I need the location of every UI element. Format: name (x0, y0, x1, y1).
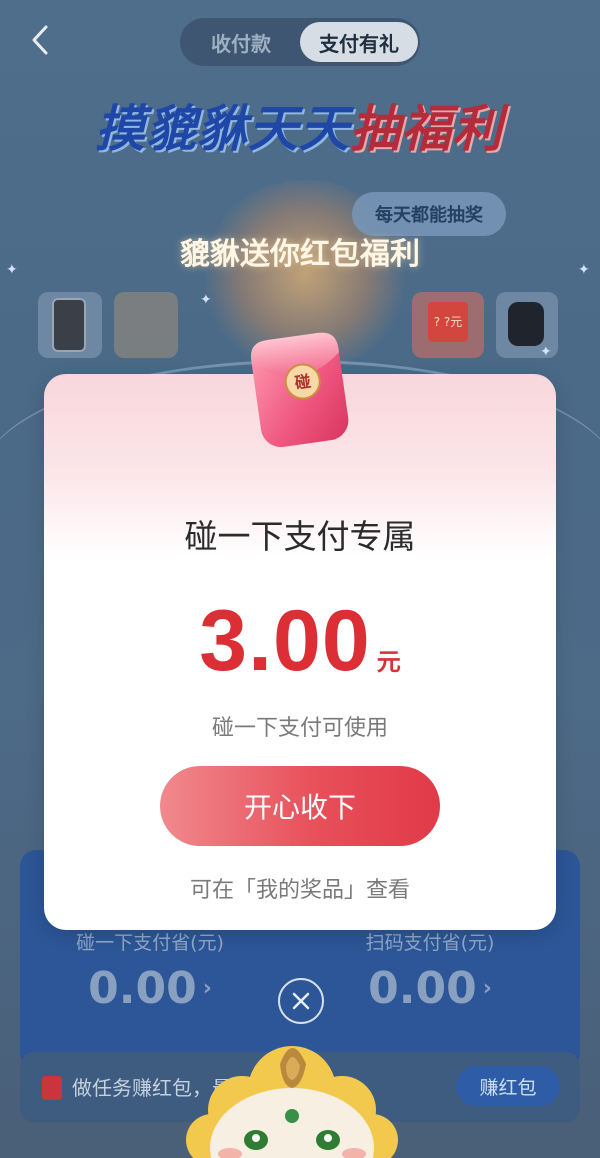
amount-unit: 元 (376, 648, 401, 676)
envelope-seal-text: 碰 (294, 372, 313, 393)
back-button[interactable] (22, 22, 58, 58)
red-envelope-icon: 碰 (250, 332, 349, 448)
tap-pay-savings-label: 碰一下支付省(元) (76, 932, 224, 954)
chevron-right-icon: › (202, 976, 212, 1001)
scan-pay-savings[interactable]: 扫码支付省(元) 0.00 › (310, 928, 550, 1014)
tab-pay-rewards[interactable]: 支付有礼 (300, 22, 418, 62)
banner-title-part1: 摸貔貅 (95, 100, 248, 158)
prize-mystery: ? ?元 (412, 292, 484, 358)
sparkle-icon: ✦ (6, 262, 18, 278)
view-prizes-note[interactable]: 可在「我的奖品」查看 (44, 872, 556, 904)
earn-red-packet-button[interactable]: 赚红包 (456, 1066, 560, 1106)
sparkle-icon: ✦ (578, 262, 590, 278)
mascot-illustration (172, 1030, 412, 1158)
tap-pay-savings[interactable]: 碰一下支付省(元) 0.00 › (30, 928, 270, 1014)
prize-phone (38, 292, 102, 358)
modal-title: 碰一下支付专属 (184, 517, 416, 556)
banner-title-part3: 抽福利 (350, 100, 503, 158)
mystery-box-icon: ? ?元 (428, 302, 468, 342)
phone-icon (52, 298, 86, 352)
amount-row: 3.00 元 (44, 592, 556, 691)
reward-amount: 3.00 (199, 593, 371, 689)
sparkle-icon: ✦ (540, 344, 552, 360)
close-icon (292, 992, 310, 1010)
tab-switcher: 收付款 支付有礼 (180, 18, 420, 66)
tap-pay-savings-value: 0.00 (88, 963, 197, 1014)
gift-title: 貔貅送你红包福利 (180, 237, 420, 272)
tab-payments[interactable]: 收付款 (182, 22, 300, 62)
usage-note: 碰一下支付可使用 (211, 716, 388, 741)
banner-title: 摸貔貅 天天 抽福利 (95, 90, 515, 160)
chevron-left-icon (32, 25, 48, 55)
accept-button[interactable]: 开心收下 (160, 766, 440, 846)
scan-pay-savings-label: 扫码支付省(元) (365, 932, 495, 954)
sparkle-icon: ✦ (200, 292, 212, 308)
top-bar: 收付款 支付有礼 (0, 0, 600, 80)
prize-gift-box (114, 292, 178, 358)
watch-icon (508, 302, 544, 346)
banner-title-part2: 天天 (248, 100, 350, 158)
close-button[interactable] (278, 978, 324, 1024)
red-packet-modal: 碰一下支付专属 3.00 元 碰一下支付可使用 开心收下 可在「我的奖品」查看 (44, 374, 556, 930)
scan-pay-savings-value: 0.00 (368, 963, 477, 1014)
chevron-right-icon: › (482, 976, 492, 1001)
red-packet-icon (42, 1076, 62, 1100)
